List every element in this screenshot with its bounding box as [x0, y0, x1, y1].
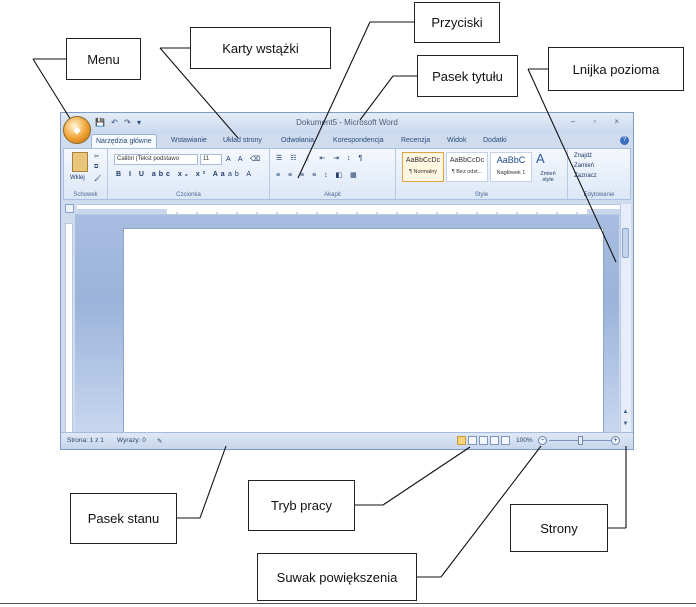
- vertical-ruler[interactable]: [65, 223, 73, 433]
- title-bar: Dokument5 - Microsoft Word 💾 ↶ ↷ ▾ – ▫ ×: [61, 113, 633, 134]
- group-schowek: Wklej ✂ ⧉ 🖌 Schowek: [64, 149, 108, 199]
- next-page-icon[interactable]: ▼: [621, 421, 630, 427]
- proofing-icon[interactable]: ✎: [157, 437, 162, 445]
- group-label-schowek: Schowek: [73, 192, 98, 198]
- ribbon: Wklej ✂ ⧉ 🖌 Schowek Calibri (Tekst podst…: [63, 148, 631, 200]
- zoom-level[interactable]: 100%: [516, 437, 533, 444]
- horizontal-ruler[interactable]: [77, 204, 621, 215]
- style-sample: AaBbCcDc: [449, 157, 485, 164]
- format-buttons[interactable]: B I U abc x₂ x² Aa: [116, 171, 228, 178]
- group-label-style: Style: [474, 192, 489, 198]
- style-normal[interactable]: AaBbCcDc ¶ Normalny: [402, 152, 444, 182]
- list-buttons[interactable]: ☰ ☷ ⋮ ⇤ ⇥ ↕ ¶: [276, 154, 365, 162]
- zoom-out-button[interactable]: −: [538, 436, 547, 445]
- office-button-icon[interactable]: ◆: [63, 116, 91, 144]
- font-name-select[interactable]: Calibri (Tekst podstawo: [114, 154, 198, 165]
- status-page[interactable]: Strona: 1 z 1: [67, 437, 104, 444]
- tab-dodatki[interactable]: Dodatki: [479, 134, 511, 148]
- callout-menu: Menu: [66, 38, 141, 80]
- style-name: ¶ Bez odst...: [451, 169, 483, 175]
- change-styles-icon[interactable]: A: [536, 151, 545, 166]
- format-painter-icon[interactable]: 🖌: [94, 175, 102, 182]
- tab-odwolania[interactable]: Odwołania: [277, 134, 318, 148]
- zoom-in-button[interactable]: +: [611, 436, 620, 445]
- highlight-color-buttons[interactable]: ab A: [228, 171, 254, 178]
- quick-access-toolbar[interactable]: 💾 ↶ ↷ ▾: [95, 118, 143, 127]
- tab-wstawianie[interactable]: Wstawianie: [167, 134, 211, 148]
- group-edytowanie: Znajdź Zamień Zaznacz Edytowanie: [568, 149, 630, 199]
- find-button[interactable]: Znajdź: [574, 153, 592, 159]
- status-bar: Strona: 1 z 1 Wyrazy: 0 ✎ 100% − +: [61, 432, 633, 449]
- change-styles-button[interactable]: Zmień style: [534, 171, 562, 183]
- style-name: Nagłówek 1: [496, 170, 526, 176]
- view-web-layout-button[interactable]: [479, 436, 488, 445]
- group-label-edytowanie: Edytowanie: [583, 192, 615, 198]
- document-area: [75, 214, 619, 438]
- callout-suwak-powiekszenia: Suwak powiększenia: [257, 553, 417, 601]
- leader-tryb: [382, 446, 471, 506]
- document-page[interactable]: [123, 228, 604, 438]
- callout-pasek-tytulu: Pasek tytułu: [417, 55, 518, 97]
- paste-icon[interactable]: [72, 152, 88, 172]
- cut-icon[interactable]: ✂: [94, 153, 99, 160]
- replace-button[interactable]: Zamień: [574, 163, 594, 169]
- page-bottom-rule: [0, 603, 696, 604]
- tab-recenzja[interactable]: Recenzja: [397, 134, 434, 148]
- window-title: Dokument5 - Microsoft Word: [296, 118, 398, 127]
- callout-strony: Strony: [510, 504, 608, 552]
- leader-stanu: [199, 445, 227, 519]
- group-label-czcionka: Czcionka: [176, 192, 201, 198]
- view-outline-button[interactable]: [490, 436, 499, 445]
- group-style: AaBbCcDc ¶ Normalny AaBbCcDc ¶ Bez odst.…: [396, 149, 568, 199]
- tab-korespondencja[interactable]: Korespondencja: [329, 134, 388, 148]
- group-akapit: ☰ ☷ ⋮ ⇤ ⇥ ↕ ¶ ≡ ≡ ≡ ≡ ↕ ◧ ▦ Akapit: [270, 149, 396, 199]
- callout-tryb-pracy: Tryb pracy: [248, 480, 355, 531]
- callout-karty-wstazki: Karty wstążki: [190, 27, 331, 69]
- style-name: ¶ Normalny: [408, 169, 437, 175]
- ruler-ticks: [77, 209, 621, 214]
- callout-linijka-pozioma: Lnijka pozioma: [548, 47, 684, 91]
- tab-narzedzia-glowne[interactable]: Narzędzia główne: [91, 134, 157, 149]
- grow-shrink-buttons[interactable]: A A ⌫: [226, 155, 263, 163]
- tab-selector[interactable]: [65, 204, 74, 213]
- style-sample: AaBbCcDc: [405, 157, 441, 164]
- select-button[interactable]: Zaznacz: [574, 173, 597, 179]
- font-size-select[interactable]: 11: [200, 154, 222, 165]
- window-controls[interactable]: – ▫ ×: [571, 117, 627, 126]
- prev-page-icon[interactable]: ▲: [621, 409, 630, 415]
- callout-przyciski: Przyciski: [414, 2, 500, 43]
- ribbon-tabs: Narzędzia główne Wstawianie Układ strony…: [91, 134, 633, 149]
- style-sample: AaBbC: [496, 155, 526, 165]
- tab-uklad-strony[interactable]: Układ strony: [219, 134, 266, 148]
- help-icon[interactable]: ?: [620, 136, 629, 145]
- group-czcionka: Calibri (Tekst podstawo 11 A A ⌫ B I U a…: [108, 149, 270, 199]
- view-full-screen-button[interactable]: [468, 436, 477, 445]
- scrollbar-thumb[interactable]: [622, 228, 629, 258]
- align-buttons[interactable]: ≡ ≡ ≡ ≡ ↕ ◧ ▦: [276, 171, 360, 179]
- copy-icon[interactable]: ⧉: [94, 164, 98, 171]
- paste-label[interactable]: Wklej: [70, 175, 85, 181]
- zoom-slider-knob[interactable]: [578, 436, 583, 445]
- tab-widok[interactable]: Widok: [443, 134, 470, 148]
- style-heading-1[interactable]: AaBbC Nagłówek 1: [490, 152, 532, 182]
- status-words[interactable]: Wyrazy: 0: [117, 437, 146, 444]
- group-label-akapit: Akapit: [324, 192, 341, 198]
- view-draft-button[interactable]: [501, 436, 510, 445]
- word-window: Dokument5 - Microsoft Word 💾 ↶ ↷ ▾ – ▫ ×…: [60, 112, 634, 450]
- style-no-spacing[interactable]: AaBbCcDc ¶ Bez odst...: [446, 152, 488, 182]
- vertical-scrollbar[interactable]: ▲ ▼: [620, 204, 631, 433]
- callout-pasek-stanu: Pasek stanu: [70, 493, 177, 544]
- view-print-layout-button[interactable]: [457, 436, 466, 445]
